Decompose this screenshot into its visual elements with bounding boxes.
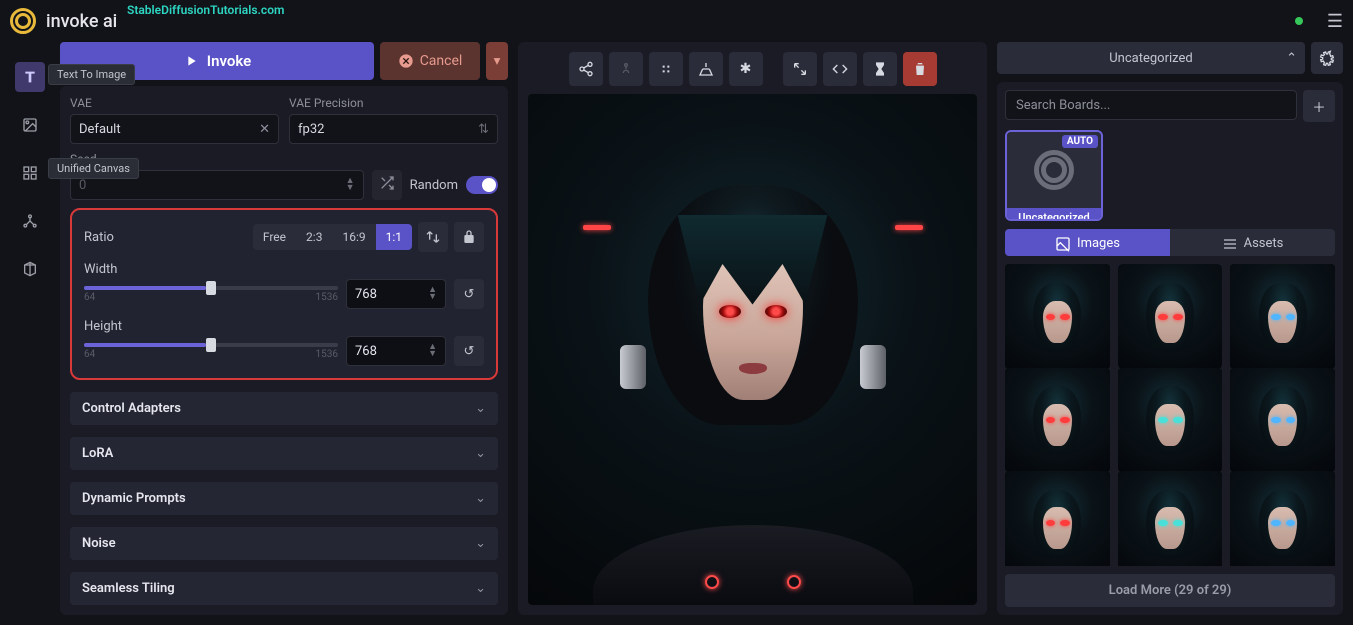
share-button[interactable] <box>569 52 603 86</box>
settings-button[interactable] <box>1311 42 1343 74</box>
gallery-thumb[interactable] <box>1005 368 1110 473</box>
gallery-thumb[interactable] <box>1230 368 1335 473</box>
accordion-lora[interactable]: LoRA⌄ <box>70 437 498 470</box>
use-prompt-button[interactable] <box>649 52 683 86</box>
gallery-thumb[interactable] <box>1005 264 1110 369</box>
gallery-thumb[interactable] <box>1118 368 1223 473</box>
accordion-dynamic-prompts[interactable]: Dynamic Prompts⌄ <box>70 482 498 515</box>
ratio-169[interactable]: 16:9 <box>332 224 375 250</box>
tab-images[interactable]: Images <box>1005 229 1170 256</box>
tab-images-label: Images <box>1077 236 1120 251</box>
width-min: 64 <box>84 292 95 303</box>
ratio-label: Ratio <box>84 230 247 245</box>
width-slider[interactable] <box>84 286 338 290</box>
chevron-down-icon: ⌄ <box>475 536 486 551</box>
height-reset[interactable]: ↺ <box>454 336 484 366</box>
ratio-23[interactable]: 2:3 <box>296 224 332 250</box>
clear-icon[interactable]: ✕ <box>259 122 270 137</box>
use-seed-button[interactable] <box>689 52 723 86</box>
stepper-icon[interactable]: ▲▼ <box>346 178 355 192</box>
status-indicator <box>1295 17 1303 25</box>
board-dropdown-label: Uncategorized <box>1109 51 1192 66</box>
delete-button[interactable] <box>903 52 937 86</box>
height-slider[interactable] <box>84 343 338 347</box>
load-more-label: Load More (29 of 29) <box>1109 583 1232 598</box>
random-label: Random <box>410 178 458 193</box>
canvas-image[interactable] <box>528 94 977 605</box>
use-all-button[interactable]: ✱ <box>729 52 763 86</box>
rail-text-to-image[interactable] <box>15 62 45 92</box>
accordion-control-adapters[interactable]: Control Adapters⌄ <box>70 392 498 425</box>
width-input[interactable]: 768 ▲▼ <box>346 279 446 309</box>
app-logo <box>10 8 36 34</box>
accordion-noise[interactable]: Noise⌄ <box>70 527 498 560</box>
add-board-button[interactable]: ＋ <box>1303 90 1335 122</box>
rail-image-to-image[interactable] <box>15 110 45 140</box>
height-max: 1536 <box>316 349 338 360</box>
invoke-label: Invoke <box>207 52 251 70</box>
chevron-down-icon: ⌄ <box>475 581 486 596</box>
gallery-thumb[interactable] <box>1118 471 1223 566</box>
vae-precision-select[interactable]: fp32 ⇅ <box>289 114 498 144</box>
chevron-icon: ⇅ <box>478 122 489 137</box>
vae-precision-value: fp32 <box>298 122 324 137</box>
cancel-label: Cancel <box>420 53 463 69</box>
width-label: Width <box>84 262 484 277</box>
width-value: 768 <box>355 287 377 302</box>
height-input[interactable]: 768 ▲▼ <box>346 336 446 366</box>
menu-icon[interactable]: ☰ <box>1327 11 1343 32</box>
chevron-down-icon: ⌄ <box>475 401 486 416</box>
tab-assets[interactable]: Assets <box>1170 229 1335 256</box>
board-card[interactable]: AUTO Uncategorized <box>1005 130 1103 221</box>
app-title: invoke ai <box>46 11 117 32</box>
height-min: 64 <box>84 349 95 360</box>
expand-button[interactable] <box>783 52 817 86</box>
board-dropdown[interactable]: Uncategorized ⌃ <box>997 42 1305 74</box>
rail-unified-canvas[interactable] <box>15 158 45 188</box>
chevron-up-icon: ⌃ <box>1286 51 1297 66</box>
rail-nodes[interactable] <box>15 206 45 236</box>
load-more-button[interactable]: Load More (29 of 29) <box>1005 574 1335 607</box>
ratio-11[interactable]: 1:1 <box>376 224 412 250</box>
ratio-free[interactable]: Free <box>253 224 296 250</box>
code-button[interactable] <box>823 52 857 86</box>
width-max: 1536 <box>316 292 338 303</box>
height-value: 768 <box>355 344 377 359</box>
cancel-button[interactable]: Cancel <box>380 42 480 80</box>
chevron-down-icon: ⌄ <box>475 446 486 461</box>
width-reset[interactable]: ↺ <box>454 279 484 309</box>
board-card-label: Uncategorized <box>1007 208 1101 221</box>
rail-model-manager[interactable] <box>15 254 45 284</box>
vae-value: Default <box>79 122 121 137</box>
stepper-icon[interactable]: ▲▼ <box>428 344 437 358</box>
tab-assets-label: Assets <box>1244 236 1284 251</box>
send-to-button[interactable] <box>609 52 643 86</box>
gallery-thumb[interactable] <box>1005 471 1110 566</box>
accordion-seamless-tiling[interactable]: Seamless Tiling⌄ <box>70 572 498 605</box>
vae-label: VAE <box>70 96 279 110</box>
rail-tooltip: Text To Image <box>48 64 135 85</box>
auto-badge: AUTO <box>1062 135 1098 148</box>
seed-value: 0 <box>79 178 86 193</box>
watermark: StableDiffusionTutorials.com <box>127 3 284 17</box>
height-label: Height <box>84 319 484 334</box>
gallery-thumb[interactable] <box>1118 264 1223 369</box>
dimensions-section: Ratio Free 2:3 16:9 1:1 Width <box>70 208 498 380</box>
stepper-icon[interactable]: ▲▼ <box>428 287 437 301</box>
progress-button[interactable] <box>863 52 897 86</box>
lock-ratio-button[interactable] <box>454 222 484 252</box>
search-placeholder: Search Boards... <box>1016 98 1110 113</box>
vae-precision-label: VAE Precision <box>289 96 498 110</box>
search-boards-input[interactable]: Search Boards... <box>1005 90 1297 120</box>
cancel-dropdown[interactable]: ▾ <box>486 42 508 80</box>
gallery-thumb[interactable] <box>1230 471 1335 566</box>
shuffle-button[interactable] <box>372 170 402 200</box>
vae-select[interactable]: Default ✕ <box>70 114 279 144</box>
gallery-thumb[interactable] <box>1230 264 1335 369</box>
swap-dims-button[interactable] <box>418 222 448 252</box>
rail-tooltip: Unified Canvas <box>48 158 139 179</box>
chevron-down-icon: ⌄ <box>475 491 486 506</box>
board-placeholder-icon <box>1034 150 1074 190</box>
random-toggle[interactable] <box>466 176 498 194</box>
